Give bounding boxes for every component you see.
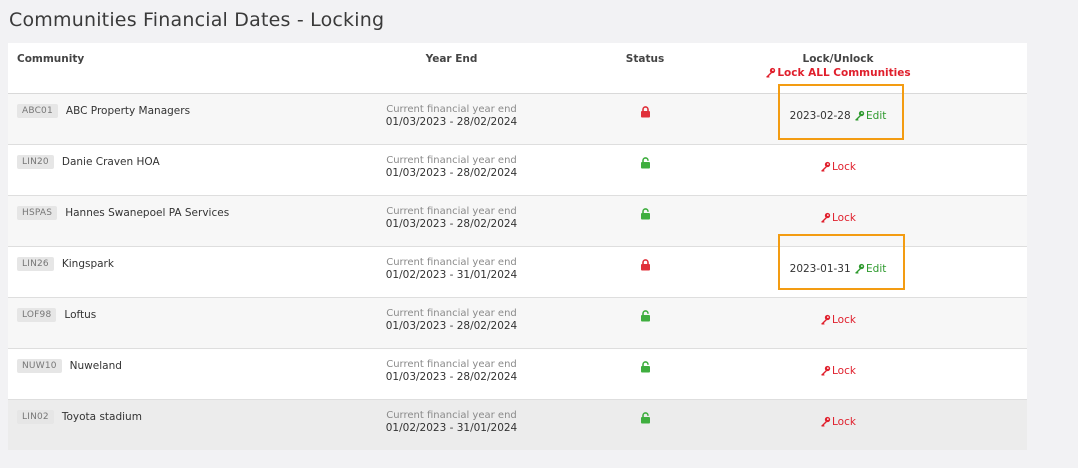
table-row: LIN20 Danie Craven HOA Current financial y… — [8, 145, 1027, 196]
community-code-badge: LOF98 — [17, 308, 57, 322]
header-status: Status — [625, 53, 665, 65]
community-cell: HSPAS Hannes Swanepoel PA Services — [8, 196, 370, 220]
year-end-label: Current financial year end — [386, 206, 517, 217]
page-title: Communities Financial Dates - Locking — [9, 9, 385, 31]
table-row: LOF98 Loftus Current financial year end 01/… — [8, 298, 1027, 349]
year-end-range: 01/03/2023 - 28/02/2024 — [385, 218, 518, 230]
community-name: Loftus — [64, 309, 97, 321]
community-name: Kingspark — [61, 258, 114, 270]
community-code-badge: LIN26 — [17, 257, 54, 271]
lock-unlock-cell: Lock — [757, 145, 919, 174]
key-icon — [821, 212, 831, 223]
community-name: Danie Craven HOA — [61, 156, 160, 168]
year-end-cell: Current financial year end 01/03/2023 - 2… — [370, 298, 533, 332]
lock-link[interactable]: Lock — [820, 416, 856, 428]
year-end-range: 01/03/2023 - 28/02/2024 — [385, 167, 518, 179]
header-year-end: Year End — [425, 53, 478, 65]
key-icon — [821, 161, 831, 172]
year-end-label: Current financial year end — [386, 104, 517, 115]
table-row: LIN02 Toyota stadium Current financial yea… — [8, 400, 1027, 450]
padlock-open-icon — [640, 157, 650, 169]
year-end-cell: Current financial year end 01/02/2023 - 3… — [370, 247, 533, 281]
lock-label: Lock — [832, 161, 856, 173]
community-name: Hannes Swanepoel PA Services — [65, 207, 230, 219]
community-code-badge: LIN20 — [17, 155, 54, 169]
year-end-cell: Current financial year end 01/03/2023 - 2… — [370, 196, 533, 230]
lock-link[interactable]: Lock — [820, 314, 856, 326]
community-cell: LIN02 Toyota stadium — [8, 400, 370, 424]
status-cell — [533, 145, 757, 173]
page: Communities Financial Dates - Locking Co… — [0, 0, 1078, 468]
community-cell: LIN20 Danie Craven HOA — [8, 145, 370, 169]
padlock-open-icon — [640, 310, 650, 322]
status-cell — [533, 94, 757, 122]
year-end-label: Current financial year end — [386, 308, 517, 319]
lock-unlock-cell: Lock — [757, 400, 919, 429]
community-cell: LIN26 Kingspark — [8, 247, 370, 271]
padlock-open-icon — [640, 361, 650, 373]
year-end-label: Current financial year end — [386, 155, 517, 166]
highlight-box-lin26 — [778, 234, 905, 290]
year-end-cell: Current financial year end 01/03/2023 - 2… — [370, 349, 533, 383]
lock-all-label: Lock ALL Communities — [777, 67, 911, 79]
year-end-range: 01/03/2023 - 28/02/2024 — [385, 371, 518, 383]
lock-label: Lock — [832, 416, 856, 428]
key-icon — [821, 416, 831, 427]
lock-all-communities-link[interactable]: Lock ALL Communities — [757, 67, 919, 79]
community-name: Nuweland — [69, 360, 122, 372]
status-cell — [533, 196, 757, 224]
status-cell — [533, 247, 757, 275]
community-code-badge: NUW10 — [17, 359, 62, 373]
community-code-badge: HSPAS — [17, 206, 58, 220]
year-end-cell: Current financial year end 01/03/2023 - 2… — [370, 145, 533, 179]
padlock-open-icon — [640, 208, 650, 220]
table-row: NUW10 Nuweland Current financial year end 0… — [8, 349, 1027, 400]
highlight-box-abc01 — [778, 84, 904, 140]
lock-unlock-cell: Lock — [757, 349, 919, 378]
community-cell: NUW10 Nuweland — [8, 349, 370, 373]
community-code-badge: LIN02 — [17, 410, 54, 424]
status-cell — [533, 400, 757, 428]
year-end-range: 01/03/2023 - 28/02/2024 — [385, 116, 518, 128]
lock-unlock-cell: Lock — [757, 298, 919, 327]
year-end-label: Current financial year end — [386, 359, 517, 370]
year-end-range: 01/03/2023 - 28/02/2024 — [385, 320, 518, 332]
lock-link[interactable]: Lock — [820, 365, 856, 377]
lock-link[interactable]: Lock — [820, 161, 856, 173]
community-name: Toyota stadium — [61, 411, 142, 423]
key-icon — [821, 314, 831, 325]
year-end-range: 01/02/2023 - 31/01/2024 — [385, 269, 518, 281]
status-cell — [533, 298, 757, 326]
community-cell: ABC01 ABC Property Managers — [8, 94, 370, 118]
padlock-open-icon — [640, 412, 650, 424]
year-end-cell: Current financial year end 01/03/2023 - 2… — [370, 94, 533, 128]
lock-label: Lock — [832, 365, 856, 377]
year-end-label: Current financial year end — [386, 410, 517, 421]
year-end-cell: Current financial year end 01/02/2023 - 3… — [370, 400, 533, 434]
key-icon — [766, 67, 776, 78]
community-code-badge: ABC01 — [17, 104, 58, 118]
key-icon — [821, 365, 831, 376]
community-name: ABC Property Managers — [65, 105, 191, 117]
year-end-range: 01/02/2023 - 31/01/2024 — [385, 422, 518, 434]
header-community: Community — [17, 53, 85, 65]
status-cell — [533, 349, 757, 377]
padlock-closed-icon — [640, 106, 650, 118]
header-lock-unlock-label: Lock/Unlock — [802, 53, 874, 65]
lock-unlock-cell: Lock — [757, 196, 919, 225]
lock-label: Lock — [832, 212, 856, 224]
year-end-label: Current financial year end — [386, 257, 517, 268]
padlock-closed-icon — [640, 259, 650, 271]
lock-label: Lock — [832, 314, 856, 326]
community-cell: LOF98 Loftus — [8, 298, 370, 322]
header-spacer — [919, 43, 1027, 93]
lock-link[interactable]: Lock — [820, 212, 856, 224]
